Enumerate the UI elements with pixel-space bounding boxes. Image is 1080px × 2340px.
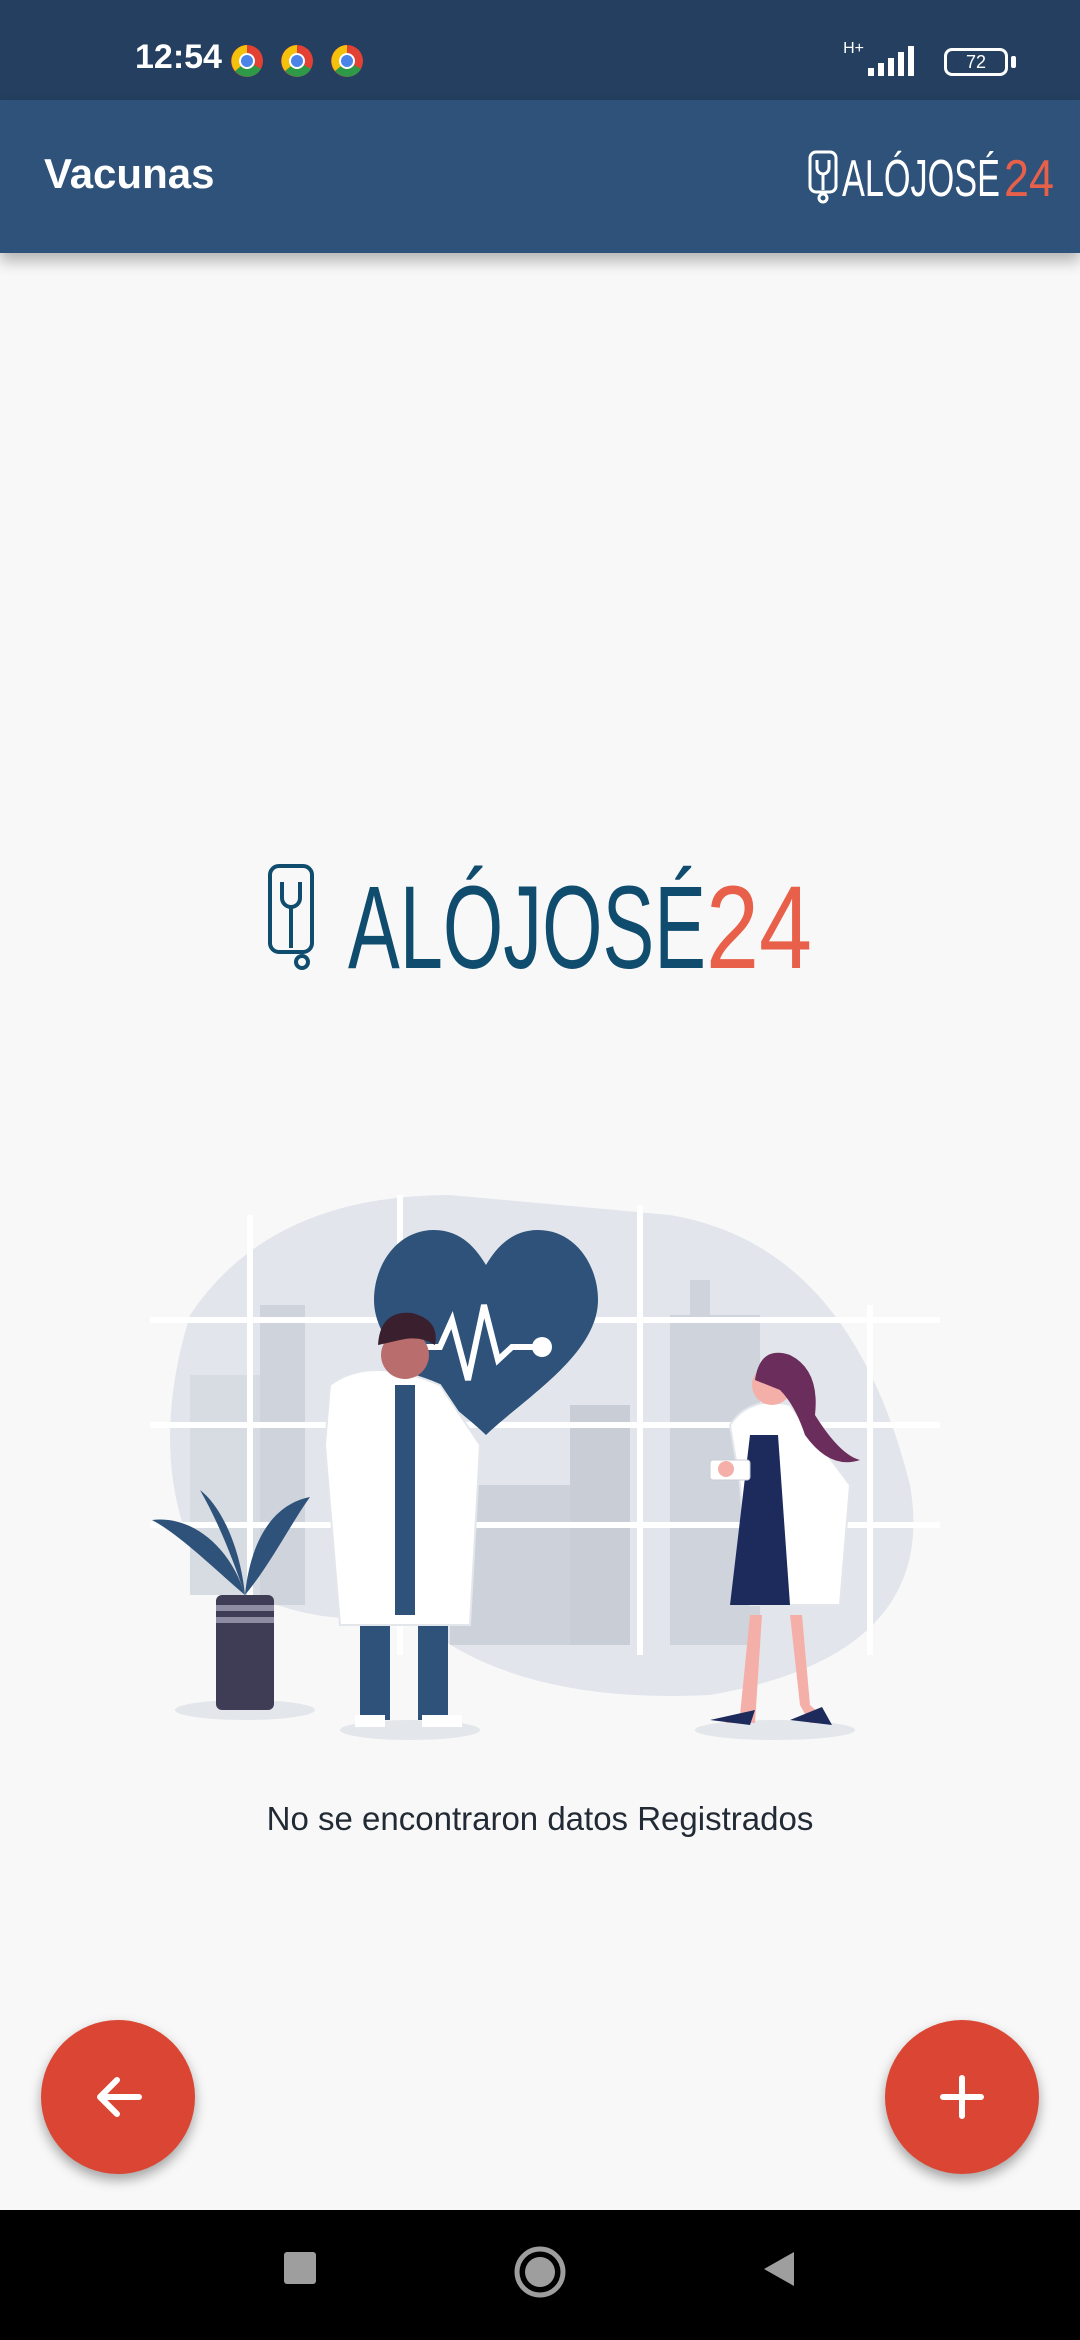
doctors-illustration <box>150 1195 940 1740</box>
arrow-left-icon <box>97 2077 142 2117</box>
stethoscope-icon <box>268 864 314 970</box>
empty-state-message: No se encontraron datos Registrados <box>266 1800 814 1837</box>
page-title: Vacunas <box>44 150 215 197</box>
system-navigation-bar <box>0 2210 1080 2340</box>
chrome-notification-icon <box>281 45 313 77</box>
signal-strength-icon <box>868 46 914 76</box>
recents-button[interactable] <box>282 2250 318 2286</box>
battery-tip <box>1011 56 1016 68</box>
status-bar: 12:54 H+ 72 <box>0 0 1080 100</box>
content-logo-number: 24 <box>706 862 812 976</box>
back-nav-button[interactable] <box>760 2250 796 2288</box>
battery-level: 72 <box>965 52 987 72</box>
brand-logo: ALÓJOSÉ 24 <box>808 150 1054 206</box>
plus-icon <box>940 2075 984 2119</box>
stethoscope-icon <box>808 150 838 204</box>
chrome-notification-icon <box>231 45 263 77</box>
home-button[interactable] <box>514 2246 566 2298</box>
back-button[interactable] <box>41 2020 195 2174</box>
logo-number: 24 <box>1004 150 1054 206</box>
content-brand-logo: ALÓJOSÉ 24 <box>268 862 812 976</box>
content-logo-text: ALÓJOSÉ <box>348 862 706 976</box>
app-bar: Vacunas ALÓJOSÉ 24 <box>0 100 1080 253</box>
status-time: 12:54 <box>135 38 222 76</box>
logo-text: ALÓJOSÉ <box>842 150 1000 206</box>
network-type-label: H+ <box>843 40 864 57</box>
add-vaccine-button[interactable] <box>885 2020 1039 2174</box>
chrome-notification-icon <box>331 45 363 77</box>
battery-icon: 72 <box>944 48 1008 76</box>
